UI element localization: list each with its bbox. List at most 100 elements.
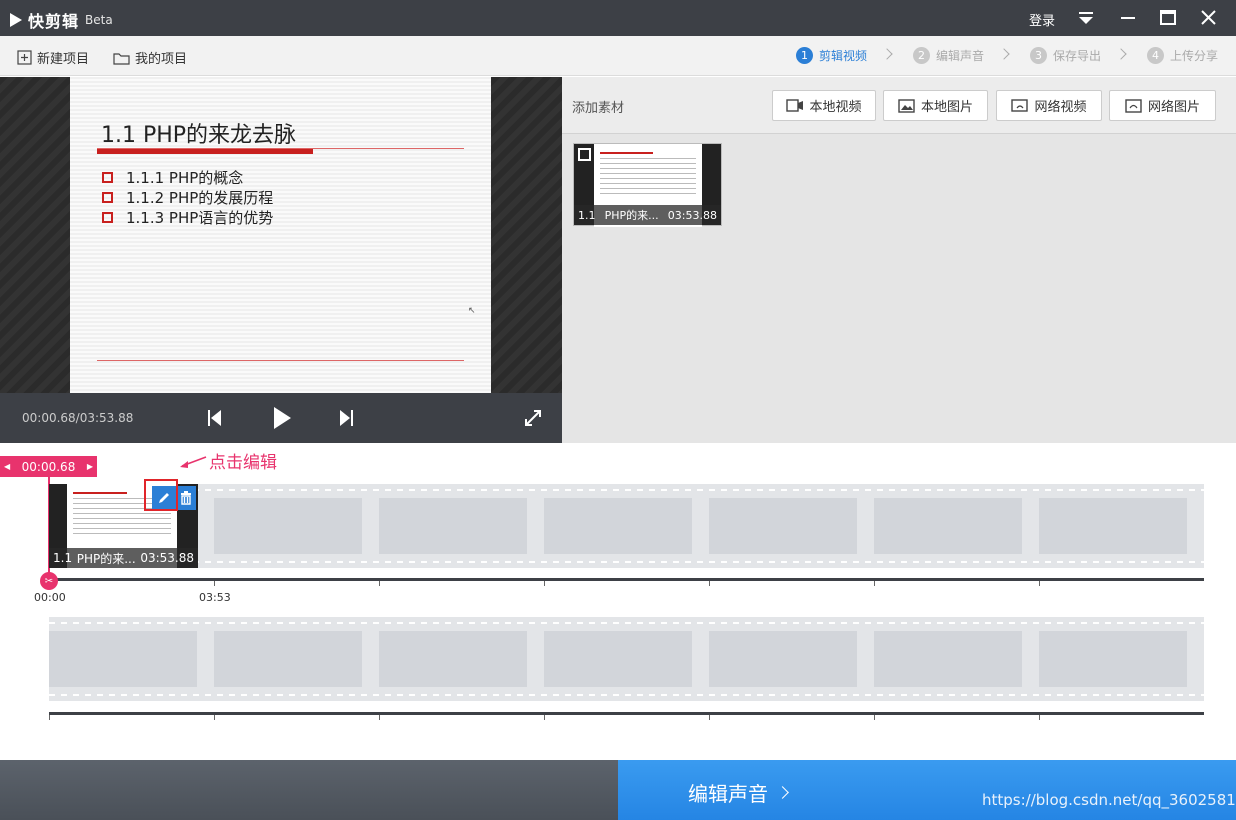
- online-image-icon: [1125, 98, 1142, 113]
- fullscreen-button[interactable]: [524, 409, 542, 431]
- slide-title: 1.1 PHP的来龙去脉: [101, 123, 297, 148]
- login-link[interactable]: 登录: [1029, 10, 1055, 29]
- chevron-right-icon: [881, 48, 893, 60]
- menu-dropdown-button[interactable]: [1073, 6, 1099, 30]
- online-video-button[interactable]: 网络视频: [996, 90, 1102, 121]
- video-preview[interactable]: 1.1 PHP的来龙去脉 1.1.1 PHP的概念 1.1.2 PHP的发展历程…: [0, 77, 562, 393]
- chevron-right-icon: [1115, 48, 1127, 60]
- bullet-square-icon: [102, 171, 113, 183]
- delete-clip-button[interactable]: [176, 486, 196, 510]
- annotation-arrow-icon: [180, 456, 207, 468]
- minimize-button[interactable]: [1115, 6, 1141, 30]
- slide-bottom-line: [97, 360, 464, 361]
- slide-item-text: 1.1.1 PHP的概念: [126, 168, 244, 187]
- material-header: 添加素材 本地视频 本地图片 网络视频 网络图片: [562, 77, 1236, 134]
- new-project-label: 新建项目: [37, 52, 90, 67]
- scissors-icon[interactable]: ✂: [40, 572, 58, 590]
- material-duration: 03:53.88: [667, 208, 717, 222]
- step-label: 编辑声音: [936, 49, 985, 63]
- footer-left: [0, 760, 618, 820]
- material-title: PHP的来...: [604, 209, 659, 222]
- play-button[interactable]: [272, 406, 292, 434]
- trash-icon: [181, 491, 191, 505]
- video-add-icon: [786, 98, 804, 112]
- empty-frame-slot: [214, 631, 362, 687]
- step-back-icon[interactable]: ◀: [4, 462, 10, 471]
- my-projects-label: 我的项目: [135, 52, 188, 67]
- empty-frame-slot: [379, 498, 527, 554]
- plus-box-icon: [17, 50, 32, 65]
- player-controls: 00:00.68/03:53.88: [0, 393, 562, 443]
- app-logo: 快剪辑 Beta: [10, 8, 113, 32]
- material-item[interactable]: 1.1 PHP的来... 03:53.88: [573, 143, 722, 227]
- empty-frame-slot: [874, 631, 1022, 687]
- local-video-button[interactable]: 本地视频: [772, 90, 876, 121]
- next-button[interactable]: [339, 409, 355, 431]
- slide-item: 1.1.3 PHP语言的优势: [102, 207, 273, 227]
- folder-icon: [113, 52, 130, 65]
- online-image-button[interactable]: 网络图片: [1109, 90, 1216, 121]
- button-label: 本地视频: [809, 100, 862, 115]
- chevron-right-icon: [998, 48, 1010, 60]
- app-window: 快剪辑 Beta 登录 新建项目 我的项目 1 剪辑视频 2 编辑声音 3 保存…: [0, 0, 1236, 820]
- button-label: 本地图片: [920, 100, 973, 115]
- play-logo-icon: [10, 13, 22, 27]
- next-step-label: 编辑声音: [688, 782, 768, 806]
- mouse-cursor-icon: ↖: [468, 306, 476, 316]
- watermark-text: https://blog.csdn.net/qq_36025814: [982, 791, 1236, 809]
- empty-frame-slot: [544, 631, 692, 687]
- empty-frame-slot: [709, 498, 857, 554]
- empty-frame-slot: [49, 631, 197, 687]
- material-panel: 添加素材 本地视频 本地图片 网络视频 网络图片 1.1 PHP的来... 03…: [562, 77, 1236, 443]
- step-save-export[interactable]: 3 保存导出: [1030, 47, 1101, 64]
- title-bar: 快剪辑 Beta 登录: [0, 0, 1236, 36]
- bullet-square-icon: [102, 191, 113, 203]
- bullet-square-icon: [102, 211, 113, 223]
- select-checkbox[interactable]: [578, 148, 591, 161]
- empty-frame-slot: [379, 631, 527, 687]
- step-label: 上传分享: [1170, 49, 1219, 63]
- next-step-button[interactable]: 编辑声音 https://blog.csdn.net/qq_36025814: [618, 760, 1236, 820]
- step-forward-icon[interactable]: ▶: [87, 462, 93, 471]
- audio-track[interactable]: [49, 617, 1204, 701]
- playhead-marker[interactable]: ◀ 00:00.68 ▶: [0, 456, 97, 477]
- new-project-button[interactable]: 新建项目: [17, 48, 89, 67]
- step-cut-video[interactable]: 1 剪辑视频: [796, 47, 867, 64]
- button-label: 网络视频: [1034, 100, 1087, 115]
- step-label: 保存导出: [1053, 49, 1102, 63]
- thumbnail-text-lines: [600, 152, 696, 198]
- material-caption: 1.1 PHP的来... 03:53.88: [574, 205, 721, 225]
- maximize-button[interactable]: [1155, 6, 1181, 30]
- image-add-icon: [898, 98, 915, 113]
- play-icon: [274, 407, 291, 429]
- app-name: 快剪辑: [28, 12, 80, 31]
- close-button[interactable]: [1196, 6, 1222, 30]
- my-projects-button[interactable]: 我的项目: [113, 48, 187, 67]
- empty-frame-slot: [874, 498, 1022, 554]
- step-edit-audio[interactable]: 2 编辑声音: [913, 47, 984, 64]
- slide-item-text: 1.1.3 PHP语言的优势: [126, 208, 274, 227]
- skip-next-icon: [340, 410, 353, 426]
- audio-ruler: [49, 712, 1204, 715]
- minimize-icon: [1121, 17, 1135, 19]
- fullscreen-icon: [525, 410, 541, 426]
- add-material-label: 添加素材: [572, 101, 625, 116]
- step-upload-share[interactable]: 4 上传分享: [1147, 47, 1218, 64]
- video-track[interactable]: [49, 484, 1204, 568]
- empty-frame-slot: [1039, 631, 1187, 687]
- chevron-right-icon: [776, 786, 789, 799]
- skip-previous-icon: [208, 410, 221, 426]
- clip-caption: 1.1 PHP的来... 03:53.88: [49, 548, 198, 568]
- button-label: 网络图片: [1147, 100, 1200, 115]
- clip-index: 1.1: [53, 551, 73, 565]
- local-image-button[interactable]: 本地图片: [883, 90, 988, 121]
- clip-title: PHP的来...: [76, 551, 136, 566]
- previous-button[interactable]: [206, 409, 222, 431]
- step-number: 4: [1147, 47, 1164, 64]
- slide-title-underline: [97, 149, 313, 154]
- empty-frame-slot: [214, 498, 362, 554]
- annotation-text: 点击编辑: [209, 453, 277, 473]
- menu-bar: 新建项目 我的项目 1 剪辑视频 2 编辑声音 3 保存导出 4 上传分享: [0, 36, 1236, 76]
- clip-duration: 03:53.88: [140, 551, 194, 565]
- maximize-icon: [1160, 10, 1176, 25]
